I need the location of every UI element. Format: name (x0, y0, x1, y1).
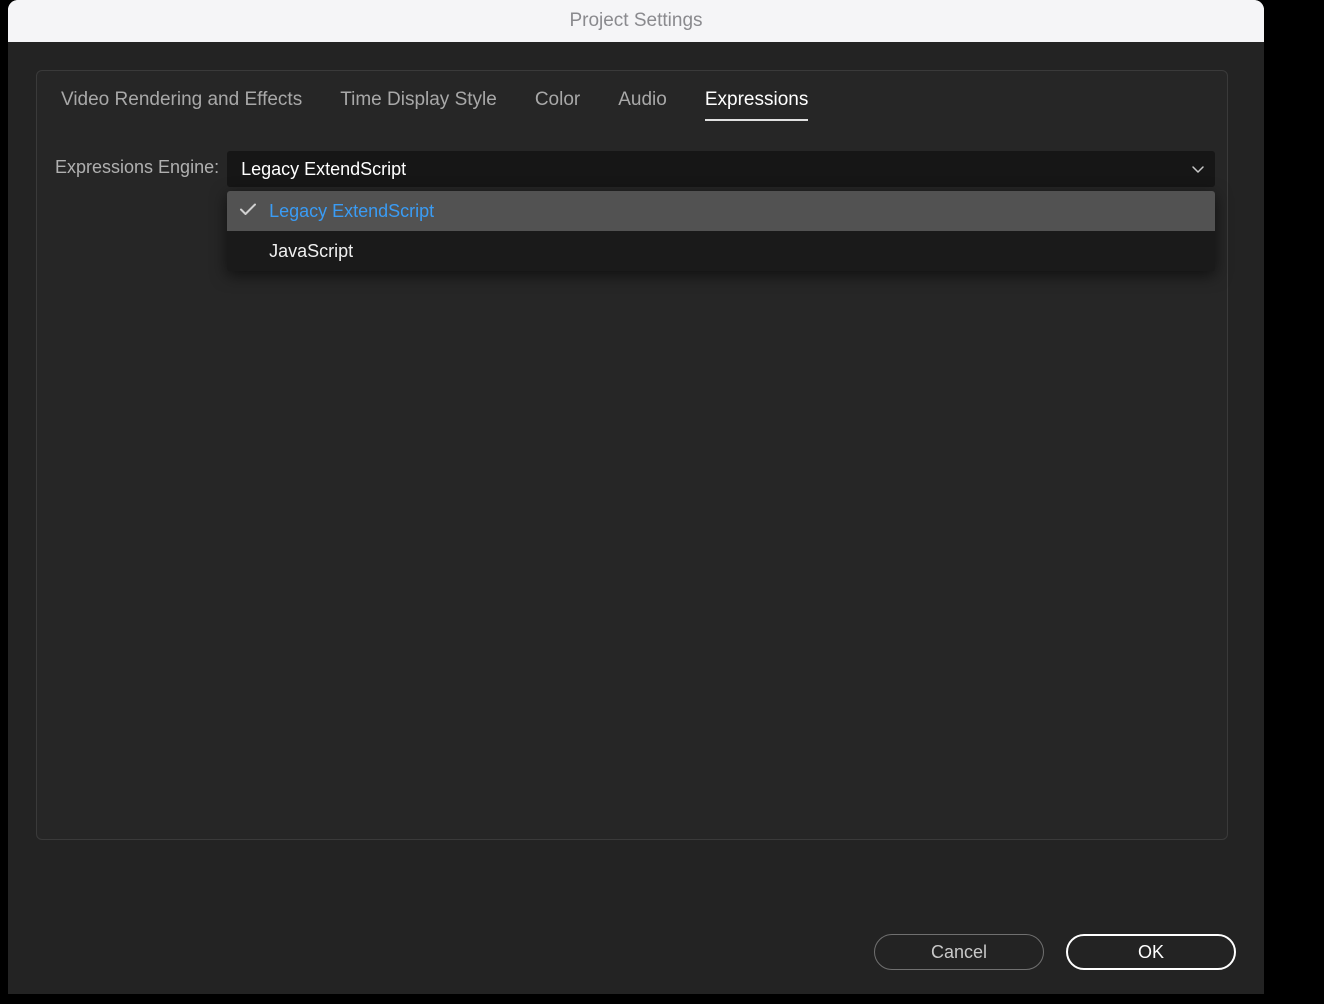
tab-label: Color (535, 89, 580, 110)
expressions-engine-row: Expressions Engine: Legacy ExtendScript (37, 121, 1227, 187)
chevron-down-icon (1191, 164, 1205, 174)
dropdown-option-legacy-extendscript[interactable]: Legacy ExtendScript (227, 191, 1215, 231)
expressions-engine-label: Expressions Engine: (55, 151, 219, 178)
tabs-bar: Video Rendering and Effects Time Display… (37, 71, 1227, 121)
button-label: OK (1138, 942, 1164, 963)
dialog-buttons: Cancel OK (874, 934, 1236, 970)
dropdown-selected-value: Legacy ExtendScript (241, 159, 406, 180)
project-settings-window: Project Settings Video Rendering and Eff… (8, 0, 1264, 994)
dropdown-list: Legacy ExtendScript JavaScript (227, 191, 1215, 271)
tab-label: Video Rendering and Effects (61, 89, 302, 110)
button-label: Cancel (931, 942, 987, 963)
tab-color[interactable]: Color (535, 89, 580, 119)
ok-button[interactable]: OK (1066, 934, 1236, 970)
dialog-body: Video Rendering and Effects Time Display… (8, 42, 1264, 994)
tab-label: Time Display Style (340, 89, 497, 110)
dropdown-option-label: JavaScript (269, 241, 353, 262)
dropdown-option-javascript[interactable]: JavaScript (227, 231, 1215, 271)
window-titlebar: Project Settings (8, 0, 1264, 42)
dropdown-option-label: Legacy ExtendScript (269, 201, 434, 222)
tab-video-rendering[interactable]: Video Rendering and Effects (61, 89, 302, 119)
tab-expressions[interactable]: Expressions (705, 89, 809, 121)
check-icon (239, 201, 257, 222)
tab-time-display-style[interactable]: Time Display Style (340, 89, 497, 119)
cancel-button[interactable]: Cancel (874, 934, 1044, 970)
tab-audio[interactable]: Audio (618, 89, 667, 119)
tab-label: Expressions (705, 89, 809, 110)
window-title: Project Settings (569, 10, 702, 32)
tab-label: Audio (618, 89, 667, 110)
expressions-engine-dropdown: Legacy ExtendScript (227, 151, 1215, 187)
dropdown-selected[interactable]: Legacy ExtendScript (227, 151, 1215, 187)
settings-panel: Video Rendering and Effects Time Display… (36, 70, 1228, 840)
